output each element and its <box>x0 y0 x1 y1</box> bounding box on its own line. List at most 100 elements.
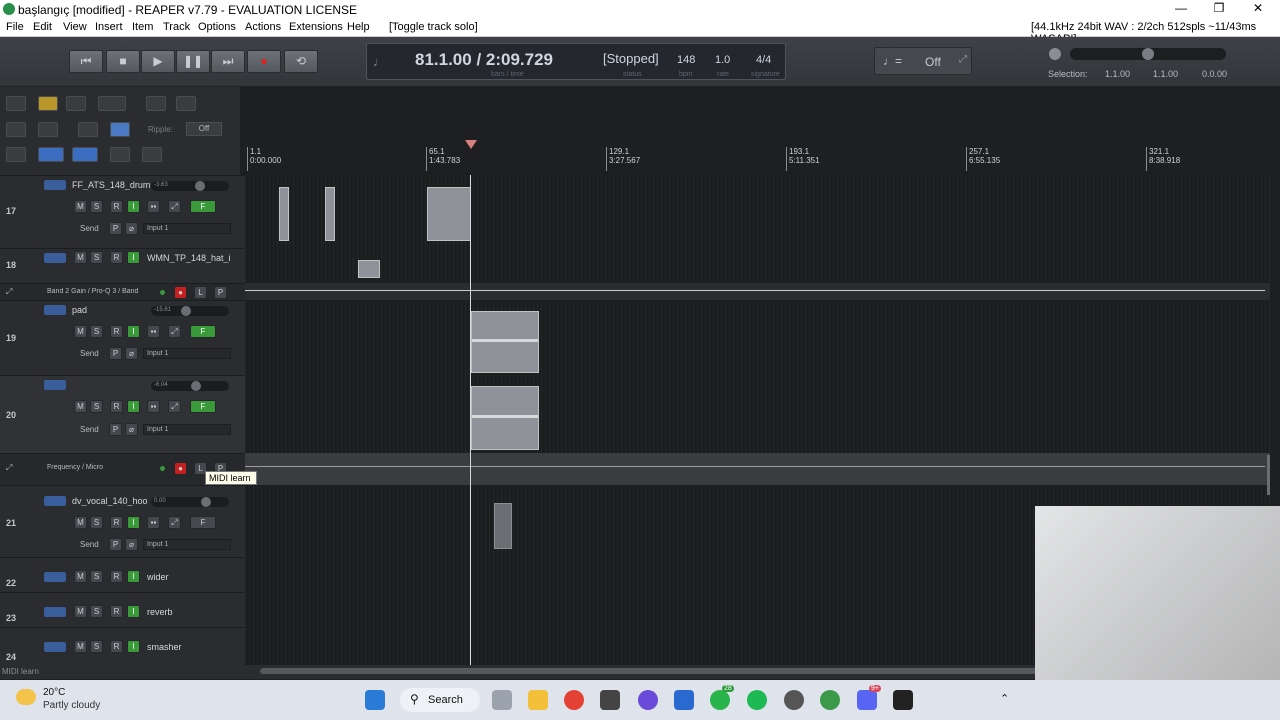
minimize-button[interactable]: — <box>1166 1 1196 18</box>
phase-invert-icon[interactable]: ⌀ <box>125 538 138 551</box>
track-20[interactable]: 20 -6.04 M S R I ▪▪ ⤢ F Send P ⌀ Input 1 <box>0 375 245 453</box>
discord-icon[interactable] <box>857 690 877 710</box>
chrome-icon-2[interactable] <box>820 690 840 710</box>
weather-temp[interactable]: 20°C <box>43 687 65 698</box>
input-monitor-button[interactable]: I <box>127 200 140 213</box>
volume-fader[interactable]: 0.00 <box>151 497 229 507</box>
app-icon[interactable] <box>784 690 804 710</box>
open-project-icon[interactable] <box>38 96 58 111</box>
input-select[interactable]: Input 1 <box>143 539 231 550</box>
chevron-up-icon[interactable]: ⌃ <box>1000 692 1009 705</box>
folder-icon[interactable] <box>44 253 66 263</box>
item-grouping-icon[interactable] <box>110 122 130 137</box>
folder-icon[interactable] <box>44 180 66 190</box>
envelope-lane-area[interactable] <box>245 453 1270 485</box>
envelope-active-icon[interactable] <box>160 290 165 295</box>
solo-button[interactable]: S <box>90 516 103 529</box>
input-monitor-button[interactable]: I <box>127 325 140 338</box>
auto-crossfade-icon[interactable] <box>110 147 130 162</box>
track-name[interactable]: reverb <box>147 607 173 617</box>
phase-invert-icon[interactable]: ⌀ <box>125 222 138 235</box>
send-label[interactable]: Send <box>80 349 99 358</box>
fx-button[interactable]: F <box>190 325 216 338</box>
selection-tool-icon[interactable] <box>38 122 58 137</box>
phase-invert-icon[interactable]: ⌀ <box>125 423 138 436</box>
timeline-ruler[interactable]: 1.1 0:00.000 65.1 1:43.783 129.1 3:27.567 1… <box>245 140 1280 175</box>
record-button[interactable]: ● <box>247 50 281 73</box>
undo-icon[interactable] <box>146 96 166 111</box>
maximize-button[interactable]: ❐ <box>1204 1 1234 18</box>
input-monitor-button[interactable]: I <box>127 605 140 618</box>
env-button[interactable]: ▪▪ <box>147 516 160 529</box>
track-23[interactable]: 23 M S R I reverb <box>0 592 245 627</box>
envelope-active-icon[interactable] <box>160 466 165 471</box>
task-view-icon[interactable] <box>492 690 512 710</box>
media-item[interactable] <box>325 187 335 241</box>
bpm-value[interactable]: 148 <box>677 54 695 66</box>
menu-help[interactable]: Help <box>347 21 370 33</box>
track-19[interactable]: 19 pad -15.61 M S R I ▪▪ ⤢ F Send P ⌀ In… <box>0 300 245 375</box>
whatsapp-icon[interactable] <box>710 690 730 710</box>
phase-button[interactable]: P <box>109 222 122 235</box>
input-monitor-button[interactable]: I <box>127 640 140 653</box>
track-18[interactable]: 18 M S R I WMN_TP_148_hat_i <box>0 248 245 283</box>
weather-icon[interactable] <box>16 689 36 705</box>
envelope-name[interactable]: Frequency / Micro <box>47 464 103 471</box>
grid-icon[interactable] <box>38 147 64 162</box>
menu-insert[interactable]: Insert <box>95 21 123 33</box>
record-arm-button[interactable]: R <box>110 400 123 413</box>
mute-button[interactable]: M <box>74 570 87 583</box>
mute-button[interactable]: M <box>74 605 87 618</box>
track-name[interactable]: wider <box>147 572 169 582</box>
send-label[interactable]: Send <box>80 224 99 233</box>
selection-start[interactable]: 1.1.00 <box>1105 69 1130 79</box>
weather-desc[interactable]: Partly cloudy <box>43 700 100 711</box>
media-item[interactable] <box>471 311 539 373</box>
folder-icon[interactable] <box>44 380 66 390</box>
track-22[interactable]: 22 M S R I wider <box>0 557 245 592</box>
automation-icon[interactable]: ⤢ <box>168 516 181 529</box>
time-signature[interactable]: 4/4 <box>756 54 771 66</box>
windows-start-icon[interactable] <box>365 690 385 710</box>
phase-button[interactable]: P <box>109 347 122 360</box>
menu-view[interactable]: View <box>63 21 87 33</box>
file-explorer-icon[interactable] <box>528 690 548 710</box>
env-button[interactable]: ▪▪ <box>147 400 160 413</box>
mute-button[interactable]: M <box>74 325 87 338</box>
repeat-button[interactable]: ⟲ <box>284 50 318 73</box>
stop-button[interactable]: ■ <box>106 50 140 73</box>
track-name[interactable]: FF_ATS_148_drum <box>72 180 150 190</box>
horizontal-scrollbar[interactable] <box>260 668 1050 674</box>
mute-button[interactable]: M <box>74 516 87 529</box>
input-select[interactable]: Input 1 <box>143 424 231 435</box>
master-fader[interactable] <box>1070 48 1226 60</box>
mute-button[interactable]: M <box>74 200 87 213</box>
spotify-icon[interactable] <box>747 690 767 710</box>
close-button[interactable]: ✕ <box>1243 1 1273 18</box>
phase-invert-icon[interactable]: ⌀ <box>125 347 138 360</box>
position-display[interactable]: 81.1.00 / 2:09.729 <box>415 50 553 70</box>
volume-fader[interactable]: -15.61 <box>151 306 229 316</box>
media-app-icon[interactable] <box>600 690 620 710</box>
folder-icon[interactable] <box>44 642 66 652</box>
snap-icon[interactable] <box>6 147 26 162</box>
selection-length[interactable]: 0.0.00 <box>1202 69 1227 79</box>
go-to-end-button[interactable]: ⏭ <box>211 50 245 73</box>
envelope-arrow-icon[interactable]: ⤢ <box>6 463 12 473</box>
envelope-arrow-icon[interactable]: ⤢ <box>6 287 12 297</box>
envelope-lane-area[interactable] <box>245 283 1270 300</box>
play-button[interactable]: ▶ <box>141 50 175 73</box>
envelope-lock-button[interactable]: L <box>194 286 207 299</box>
solo-button[interactable]: S <box>90 605 103 618</box>
rate-value[interactable]: 1.0 <box>715 54 730 66</box>
selection-end[interactable]: 1.1.00 <box>1153 69 1178 79</box>
input-select[interactable]: Input 1 <box>143 223 231 234</box>
menu-track[interactable]: Track <box>163 21 190 33</box>
record-arm-button[interactable]: R <box>110 570 123 583</box>
volume-fader[interactable]: -6.04 <box>151 381 229 391</box>
go-to-start-button[interactable]: ⏮ <box>69 50 103 73</box>
media-item[interactable] <box>358 260 380 278</box>
automation-icon[interactable]: ⤢ <box>168 400 181 413</box>
pause-button[interactable]: ❚❚ <box>176 50 210 73</box>
metronome-toggle-icon[interactable]: ♩= <box>883 54 902 68</box>
